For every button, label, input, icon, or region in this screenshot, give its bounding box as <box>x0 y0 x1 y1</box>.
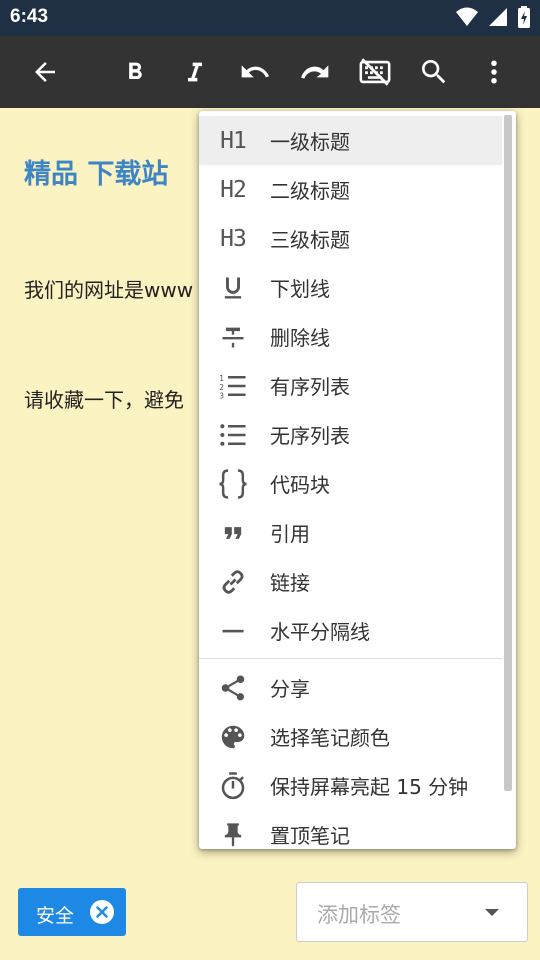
link-icon <box>217 566 249 598</box>
wifi-icon <box>456 7 478 31</box>
tag-chip-label: 安全 <box>36 905 75 927</box>
menu-item-unordered-list[interactable]: 无序列表 <box>199 410 502 459</box>
menu-item-label: 下划线 <box>270 277 330 301</box>
format-menu: H1 一级标题 H2 二级标题 H3 三级标题 下划线 删除线 123 有序列表… <box>199 111 516 849</box>
menu-item-ordered-list[interactable]: 123 有序列表 <box>199 361 502 410</box>
menu-item-label: 水平分隔线 <box>270 620 370 644</box>
cell-signal-icon <box>488 7 508 31</box>
menu-item-code-block[interactable]: 代码块 <box>199 459 502 508</box>
timer-icon <box>217 770 249 802</box>
quote-icon <box>217 517 249 549</box>
menu-item-h1[interactable]: H1 一级标题 <box>199 116 502 165</box>
status-bar: 6:43 <box>0 0 540 36</box>
close-icon[interactable] <box>90 900 114 924</box>
svg-text:3: 3 <box>219 391 224 400</box>
status-time: 6:43 <box>10 6 49 27</box>
h1-icon: H1 <box>220 127 247 154</box>
menu-item-share[interactable]: 分享 <box>199 663 502 712</box>
back-arrow-icon[interactable] <box>21 48 69 96</box>
menu-item-h2[interactable]: H2 二级标题 <box>199 165 502 214</box>
menu-item-label: 一级标题 <box>270 130 350 154</box>
tag-chip[interactable]: 安全 <box>18 888 126 936</box>
menu-item-label: 有序列表 <box>270 375 350 399</box>
menu-item-label: 引用 <box>270 522 310 546</box>
menu-item-quote[interactable]: 引用 <box>199 508 502 557</box>
italic-icon[interactable] <box>171 48 219 96</box>
svg-text:1: 1 <box>219 374 224 383</box>
menu-item-label: 链接 <box>270 571 310 595</box>
h3-icon: H3 <box>220 225 247 252</box>
strikethrough-icon <box>217 321 249 353</box>
menu-item-label: 无序列表 <box>270 424 350 448</box>
menu-divider <box>199 658 502 659</box>
dropdown-arrow-icon <box>485 909 499 916</box>
editor-toolbar <box>0 36 540 108</box>
code-block-icon <box>217 468 249 500</box>
tag-bar: 安全 添加标签 <box>0 868 540 960</box>
menu-item-h3[interactable]: H3 三级标题 <box>199 214 502 263</box>
h2-icon: H2 <box>220 176 247 203</box>
menu-item-label: 删除线 <box>270 326 330 350</box>
menu-item-underline[interactable]: 下划线 <box>199 263 502 312</box>
menu-item-label: 三级标题 <box>270 228 350 252</box>
menu-item-label: 置顶笔记 <box>270 824 350 848</box>
battery-icon <box>518 6 530 32</box>
menu-item-note-color[interactable]: 选择笔记颜色 <box>199 712 502 761</box>
search-icon[interactable] <box>410 48 458 96</box>
svg-text:2: 2 <box>219 382 224 391</box>
note-line[interactable]: 请收藏一下，避免 <box>24 384 184 413</box>
redo-icon[interactable] <box>291 48 339 96</box>
menu-item-label: 二级标题 <box>270 179 350 203</box>
horizontal-rule-icon <box>217 615 249 647</box>
unordered-list-icon <box>217 419 249 451</box>
menu-item-keep-screen-on[interactable]: 保持屏幕亮起 15 分钟 <box>199 761 502 810</box>
note-line[interactable]: 我们的网址是www <box>24 274 193 303</box>
pin-icon <box>217 819 249 850</box>
more-vert-icon[interactable] <box>470 48 518 96</box>
keyboard-hide-icon[interactable] <box>351 48 399 96</box>
menu-item-label: 保持屏幕亮起 15 分钟 <box>270 775 469 799</box>
menu-item-label: 选择笔记颜色 <box>270 726 390 750</box>
underline-icon <box>217 272 249 304</box>
note-title[interactable]: 精品 下载站 <box>24 152 168 191</box>
add-tag-dropdown[interactable]: 添加标签 <box>296 882 528 942</box>
bold-icon[interactable] <box>111 48 159 96</box>
menu-item-label: 分享 <box>270 677 310 701</box>
undo-icon[interactable] <box>231 48 279 96</box>
menu-item-link[interactable]: 链接 <box>199 557 502 606</box>
menu-scrollbar[interactable] <box>504 115 512 791</box>
menu-item-strikethrough[interactable]: 删除线 <box>199 312 502 361</box>
menu-item-horizontal-rule[interactable]: 水平分隔线 <box>199 606 502 655</box>
menu-item-label: 代码块 <box>270 473 330 497</box>
status-icons <box>456 6 530 32</box>
palette-icon <box>217 721 249 753</box>
menu-item-pin-note[interactable]: 置顶笔记 <box>199 810 502 849</box>
ordered-list-icon: 123 <box>217 370 249 402</box>
add-tag-placeholder: 添加标签 <box>317 903 401 927</box>
share-icon <box>217 672 249 704</box>
